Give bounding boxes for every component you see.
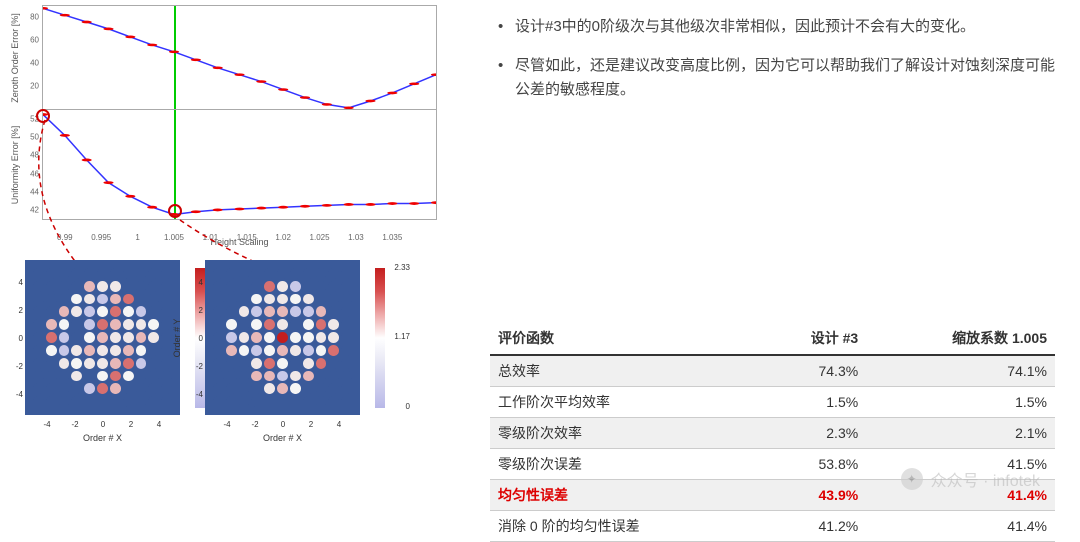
line-plot-1 <box>43 6 436 109</box>
heatmap-xlabel: Order # X <box>263 433 302 443</box>
bullet-item: 尽管如此，还是建议改变高度比例，因为它可以帮助我们了解设计对蚀刻深度可能公差的敏… <box>490 54 1055 102</box>
watermark: ✦ 众众号 · infotek <box>901 467 1040 491</box>
merit-table: 评价函数设计 #3缩放系数 1.005 总效率74.3%74.1%工作阶次平均效… <box>490 322 1055 542</box>
heatmap-design3: Order # Y Order # X 2.33 1.17 0 -4-4-2-2… <box>25 260 180 415</box>
colorbar <box>375 268 385 408</box>
y-axis-label: Uniformity Error [%] <box>10 125 20 204</box>
table-row: 工作阶次平均效率1.5%1.5% <box>490 387 1055 418</box>
table-row: 零级阶次效率2.3%2.1% <box>490 418 1055 449</box>
table-row: 消除 0 阶的均匀性误差41.2%41.4% <box>490 511 1055 542</box>
table-row: 总效率74.3%74.1% <box>490 355 1055 387</box>
bullet-list: 设计#3中的0阶级次与其他级次非常相似，因此预计不会有大的变化。尽管如此，还是建… <box>490 15 1055 102</box>
heatmap-xlabel: Order # X <box>83 433 122 443</box>
heatmap-row: Order # Y Order # X 2.33 1.17 0 -4-4-2-2… <box>25 260 470 415</box>
table-header: 设计 #3 <box>758 322 866 355</box>
table-header: 缩放系数 1.005 <box>866 322 1055 355</box>
wechat-icon: ✦ <box>901 468 923 490</box>
heatmap-ylabel: Order # Y <box>0 318 2 357</box>
heatmap-scaled: Order # Y Order # X 2.33 1.17 0 -4-4-2-2… <box>205 260 360 415</box>
bullet-item: 设计#3中的0阶级次与其他级次非常相似，因此预计不会有大的变化。 <box>490 15 1055 39</box>
highlight-circle-start <box>36 109 50 123</box>
zeroth-order-chart: Zeroth Order Error [%] 20406080 <box>42 5 437 110</box>
line-plot-2 <box>43 110 436 219</box>
y-axis-label: Zeroth Order Error [%] <box>10 13 20 103</box>
text-panel: 设计#3中的0阶级次与其他级次非常相似，因此预计不会有大的变化。尽管如此，还是建… <box>490 15 1055 542</box>
charts-panel: Zeroth Order Error [%] 20406080 Uniformi… <box>10 5 470 415</box>
uniformity-chart: Uniformity Error [%] Height Scaling 4244… <box>42 110 437 220</box>
table-header: 评价函数 <box>490 322 758 355</box>
highlight-circle-optimum <box>168 204 182 218</box>
heatmap-ylabel: Order # Y <box>172 318 182 357</box>
